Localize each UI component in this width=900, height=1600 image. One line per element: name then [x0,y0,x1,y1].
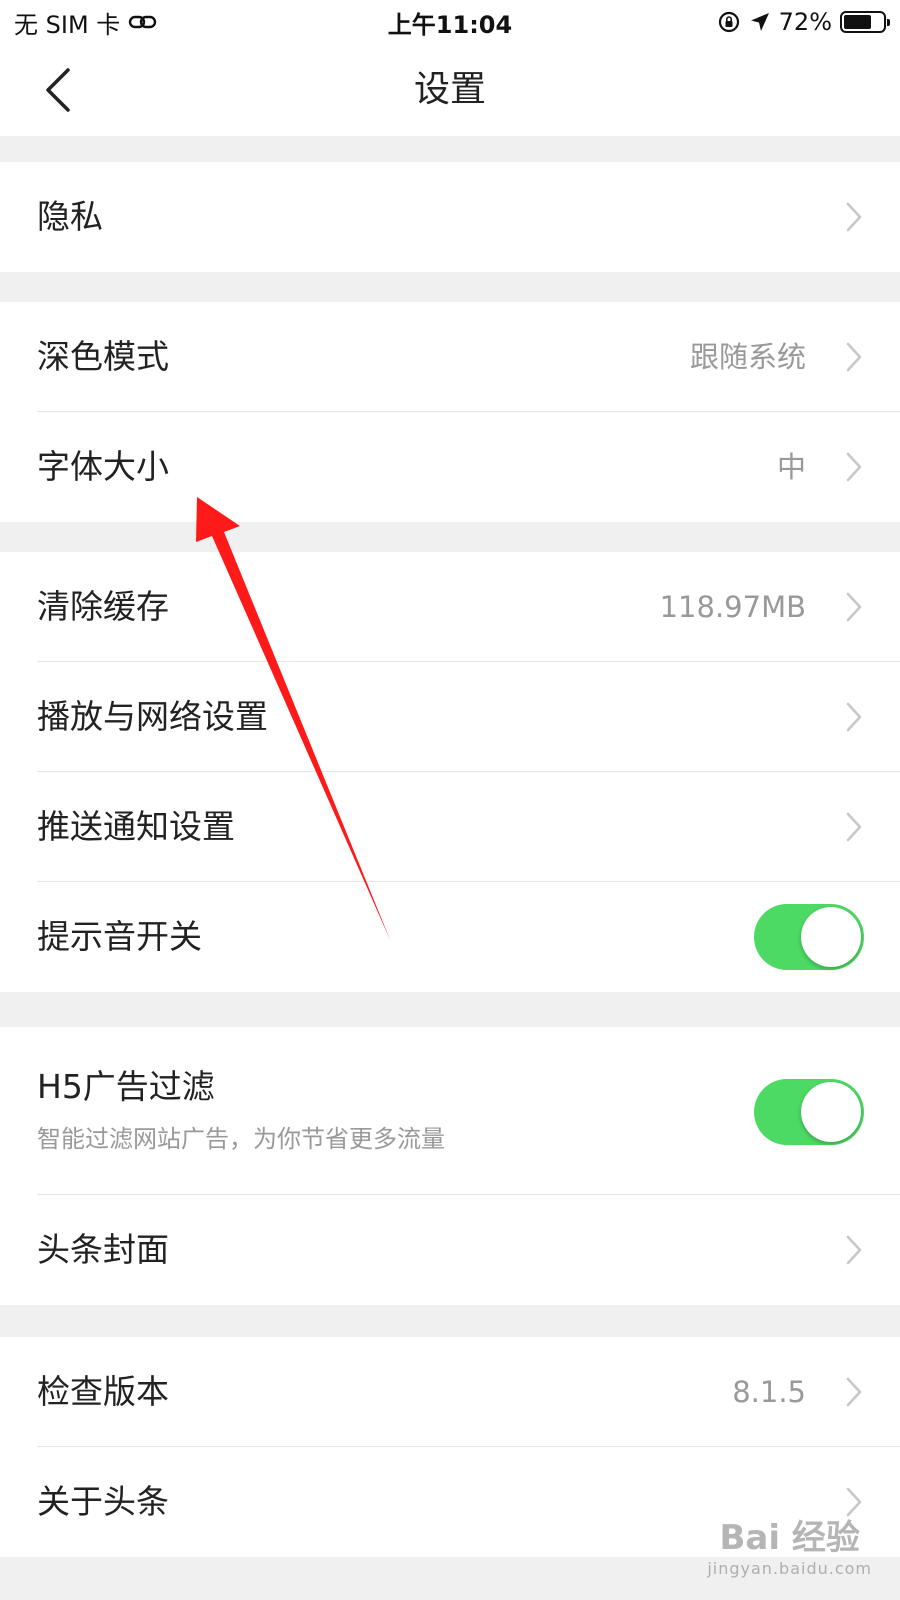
chevron-right-icon [846,592,862,622]
sound-toggle-switch[interactable] [754,904,864,970]
row-title: 推送通知设置 [37,807,235,846]
settings-row-clear-cache[interactable]: 清除缓存 118.97MB [0,552,900,662]
settings-row-headline-cover[interactable]: 头条封面 [0,1195,900,1305]
row-value: 中 [776,450,806,484]
settings-group-privacy: 隐私 [0,162,900,272]
location-arrow-icon [750,13,769,31]
chevron-right-icon [846,342,862,372]
toggle-knob [801,1082,861,1142]
status-bar: 无 SIM 卡 上午11:04 72% [0,0,900,44]
status-left: 无 SIM 卡 [14,5,158,40]
settings-row-playback-network[interactable]: 播放与网络设置 [0,662,900,772]
settings-group-content: H5广告过滤 智能过滤网站广告，为你节省更多流量 头条封面 [0,1027,900,1305]
row-title: 字体大小 [37,447,169,486]
chevron-right-icon [846,202,862,232]
carrier-label: 无 SIM 卡 [14,10,121,39]
settings-row-h5-ad-filter: H5广告过滤 智能过滤网站广告，为你节省更多流量 [0,1027,900,1195]
row-value: 8.1.5 [732,1375,806,1409]
nav-bar: 设置 [0,44,900,136]
chevron-right-icon [846,1377,862,1407]
toggle-knob [801,907,861,967]
chevron-right-icon [846,702,862,732]
row-title: 清除缓存 [37,587,169,626]
watermark: Bai 经验 jingyan.baidu.com [707,1510,872,1578]
battery-percent: 72% [778,8,832,36]
battery-icon [840,11,890,33]
settings-group-display: 深色模式 跟随系统 字体大小 中 [0,302,900,522]
rotation-lock-icon [718,11,739,33]
row-title: 深色模式 [37,337,169,376]
row-title: 播放与网络设置 [37,697,268,736]
row-value: 118.97MB [659,590,806,624]
settings-group-general: 清除缓存 118.97MB 播放与网络设置 推送通知设置 提示音开关 [0,552,900,992]
chevron-right-icon [846,1235,862,1265]
settings-row-privacy[interactable]: 隐私 [0,162,900,272]
settings-row-sound-toggle: 提示音开关 [0,882,900,992]
watermark-logo: Bai 经验 [719,1518,860,1558]
link-icon [129,15,157,29]
row-title: 提示音开关 [37,917,202,956]
settings-row-push-notifications[interactable]: 推送通知设置 [0,772,900,882]
row-subtitle: 智能过滤网站广告，为你节省更多流量 [37,1125,445,1153]
row-title: 检查版本 [37,1372,169,1411]
row-value: 跟随系统 [689,340,806,374]
chevron-right-icon [846,452,862,482]
row-title: 隐私 [37,197,103,236]
chevron-right-icon [846,812,862,842]
battery-level [844,15,872,29]
row-title: H5广告过滤 [37,1067,215,1106]
page-title: 设置 [413,69,486,110]
watermark-url: jingyan.baidu.com [707,1559,872,1578]
settings-row-dark-mode[interactable]: 深色模式 跟随系统 [0,302,900,412]
settings-row-check-version[interactable]: 检查版本 8.1.5 [0,1337,900,1447]
row-title: 头条封面 [37,1230,169,1269]
status-right: 72% [717,8,890,36]
row-title: 关于头条 [37,1482,169,1521]
settings-row-font-size[interactable]: 字体大小 中 [0,412,900,522]
ad-filter-toggle-switch[interactable] [754,1079,864,1145]
